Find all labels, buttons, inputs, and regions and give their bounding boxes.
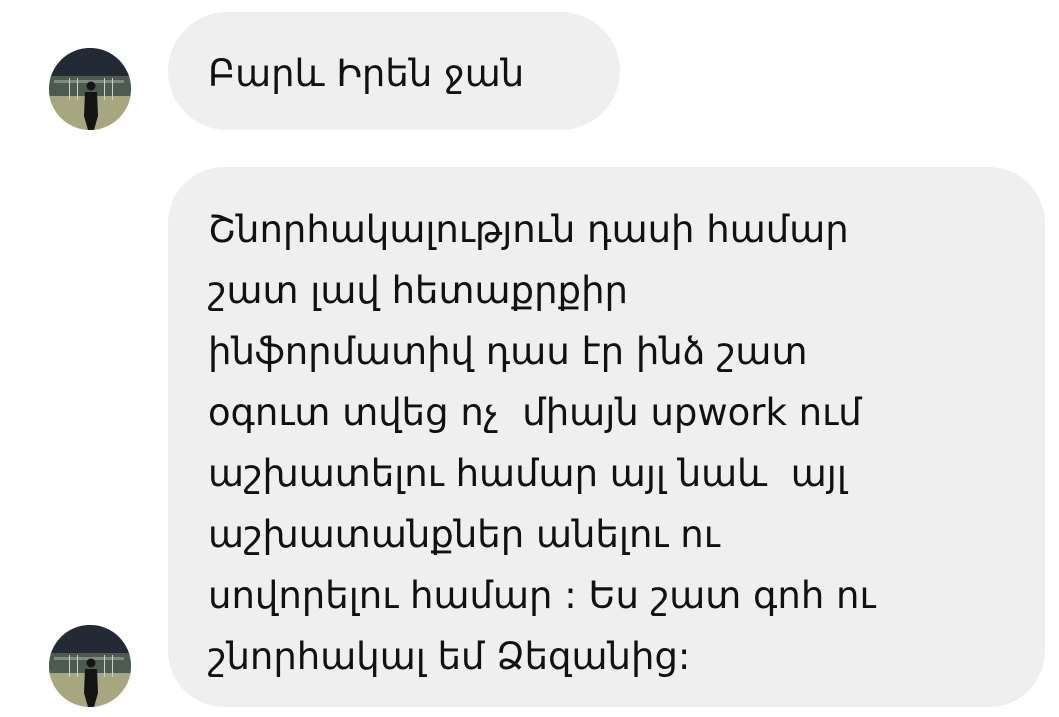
message-line: շնորհակալ եմ Ձեզանից:	[208, 635, 691, 678]
message-line: շատ լավ հետաքրքիր	[208, 269, 628, 312]
message-text: Բարև Իրեն ջան	[208, 52, 525, 95]
message-line: աշխատելու համար այլ նաև այլ	[208, 452, 847, 495]
message-line: աշխատանքներ անելու ու	[208, 513, 720, 556]
sender-avatar[interactable]	[49, 48, 131, 130]
message-line: Շնորհակալություն դասի համար	[208, 208, 849, 251]
person-photo-icon	[49, 48, 131, 130]
message-bubble-greeting[interactable]: Բարև Իրեն ջան	[168, 12, 620, 130]
message-line: սովորելու համար : Ես շատ գոհ ու	[208, 574, 876, 617]
person-photo-icon	[49, 625, 131, 707]
message-line: օգուտ տվեց ոչ միայն upwork ում	[208, 391, 862, 434]
message-text: Շնորհակալություն դասի համար շատ լավ հետա…	[208, 199, 1015, 687]
sender-avatar[interactable]	[49, 625, 131, 707]
message-bubble-thanks[interactable]: Շնորհակալություն դասի համար շատ լավ հետա…	[168, 167, 1045, 707]
message-line: ինֆորմատիվ դաս էր ինձ շատ	[208, 330, 808, 373]
